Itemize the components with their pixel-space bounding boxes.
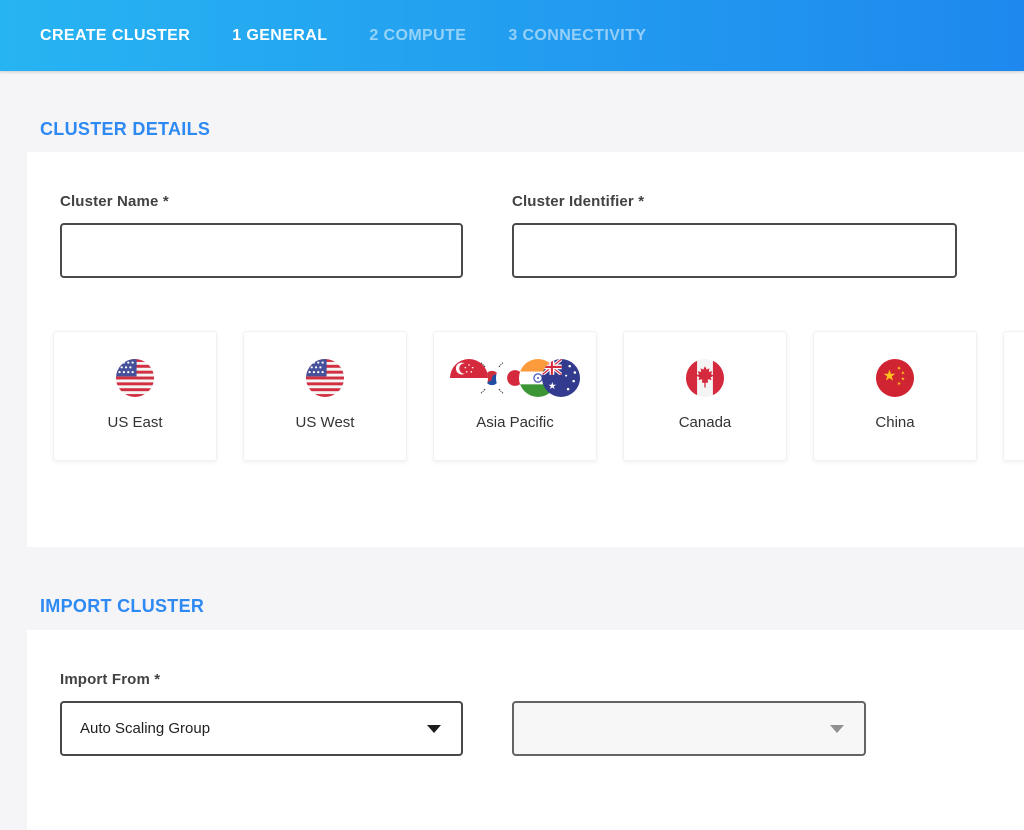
canada-flag-icon — [686, 359, 724, 397]
import-from-label: Import From * — [60, 671, 1024, 688]
us-flag-icon — [306, 359, 344, 397]
region-card-partial[interactable] — [1003, 331, 1024, 461]
header-bar: CREATE CLUSTER 1 GENERAL 2 COMPUTE 3 CON… — [0, 0, 1024, 71]
region-label: Canada — [679, 414, 732, 431]
dropdown-caret-icon — [830, 725, 844, 733]
china-flag-icon — [876, 359, 914, 397]
page-title: CREATE CLUSTER — [40, 27, 190, 45]
region-card-china[interactable]: China — [813, 331, 977, 461]
cluster-name-input[interactable] — [60, 223, 463, 278]
import-source-select[interactable] — [512, 701, 866, 756]
us-flag-icon — [116, 359, 154, 397]
asia-pacific-flags-icon — [450, 359, 580, 397]
region-label: US West — [296, 414, 355, 431]
cluster-details-heading: CLUSTER DETAILS — [40, 119, 1024, 140]
import-from-selected-value: Auto Scaling Group — [80, 720, 210, 737]
region-card-canada[interactable]: Canada — [623, 331, 787, 461]
region-selector: US East — [53, 331, 1024, 461]
region-label: US East — [107, 414, 162, 431]
cluster-identifier-input[interactable] — [512, 223, 957, 278]
import-cluster-heading: IMPORT CLUSTER — [40, 596, 1024, 617]
cluster-name-label: Cluster Name * — [60, 193, 463, 210]
region-label: China — [875, 414, 914, 431]
region-card-us-east[interactable]: US East — [53, 331, 217, 461]
tab-connectivity[interactable]: 3 CONNECTIVITY — [508, 27, 646, 45]
import-cluster-card: Import From * Auto Scaling Group — [27, 630, 1024, 830]
dropdown-caret-icon — [427, 725, 441, 733]
tab-general[interactable]: 1 GENERAL — [232, 27, 327, 45]
import-from-select[interactable]: Auto Scaling Group — [60, 701, 463, 756]
region-label: Asia Pacific — [476, 414, 554, 431]
cluster-name-field: Cluster Name * — [60, 193, 463, 278]
region-card-asia-pacific[interactable]: Asia Pacific — [433, 331, 597, 461]
cluster-details-card: Cluster Name * Cluster Identifier * — [27, 152, 1024, 547]
cluster-identifier-field: Cluster Identifier * — [512, 193, 957, 278]
region-card-us-west[interactable]: US West — [243, 331, 407, 461]
cluster-identifier-label: Cluster Identifier * — [512, 193, 957, 210]
wizard-tabs: 1 GENERAL 2 COMPUTE 3 CONNECTIVITY — [232, 27, 646, 45]
tab-compute[interactable]: 2 COMPUTE — [369, 27, 466, 45]
